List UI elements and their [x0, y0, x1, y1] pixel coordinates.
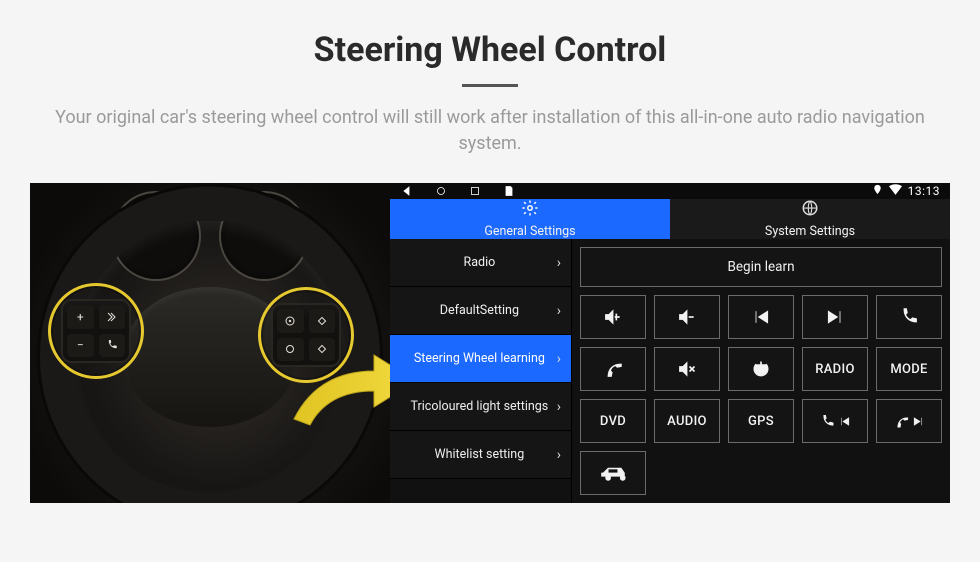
fn-volume-down[interactable] [654, 295, 720, 339]
tab-system-settings[interactable]: System Settings [670, 199, 950, 239]
page-title: Steering Wheel Control [30, 30, 950, 70]
wheel-volume-down-icon: − [67, 334, 94, 358]
fn-dvd[interactable]: DVD [580, 399, 646, 443]
wheel-diamond-up-icon [309, 309, 336, 333]
system-icon [801, 199, 819, 221]
settings-list: Radio › DefaultSetting › Steering Wheel … [390, 239, 572, 503]
fn-phone-prev[interactable] [802, 399, 868, 443]
setting-whitelist[interactable]: Whitelist setting › [390, 431, 571, 479]
gear-icon [521, 199, 539, 221]
setting-tricolour-label: Tricoloured light settings [402, 400, 557, 414]
blank [654, 451, 720, 495]
wheel-voice-icon [99, 305, 126, 329]
wheel-phone-icon [99, 334, 126, 358]
tab-system-label: System Settings [765, 224, 855, 239]
gps-icon [872, 184, 883, 199]
main-panel: Begin learn [572, 239, 950, 503]
begin-learn-button[interactable]: Begin learn [580, 247, 942, 287]
blank [876, 451, 942, 495]
tab-general-label: General Settings [484, 224, 575, 239]
highlight-right-controls [258, 287, 354, 383]
fn-gps[interactable]: GPS [728, 399, 794, 443]
setting-radio-label: Radio [402, 256, 557, 270]
title-underline [462, 84, 518, 87]
headunit-screen: 13:13 General Settings System Settings [390, 183, 950, 503]
setting-default-label: DefaultSetting [402, 304, 557, 318]
wheel-circle-icon [277, 338, 304, 362]
fn-car[interactable] [580, 451, 646, 495]
fn-radio[interactable]: RADIO [802, 347, 868, 391]
setting-swl-label: Steering Wheel learning [402, 352, 557, 366]
fn-phone-answer[interactable] [876, 295, 942, 339]
highlight-left-controls: + − [48, 283, 144, 379]
sd-card-icon [502, 184, 516, 198]
setting-radio[interactable]: Radio › [390, 239, 571, 287]
fn-mute[interactable] [654, 347, 720, 391]
clock: 13:13 [908, 184, 940, 198]
nav-recent-icon[interactable] [468, 184, 482, 198]
fn-power[interactable] [728, 347, 794, 391]
fn-phone-hangup[interactable] [580, 347, 646, 391]
nav-back-icon[interactable] [400, 184, 414, 198]
wheel-diamond-down-icon [309, 338, 336, 362]
setting-tricoloured-light[interactable]: Tricoloured light settings › [390, 383, 571, 431]
fn-next-track[interactable] [802, 295, 868, 339]
wheel-volume-up-icon: + [67, 305, 94, 329]
android-statusbar: 13:13 [390, 183, 950, 199]
fn-audio[interactable]: AUDIO [654, 399, 720, 443]
page-subtitle: Your original car's steering wheel contr… [55, 105, 925, 157]
setting-steering-wheel-learning[interactable]: Steering Wheel learning › [390, 335, 571, 383]
blank [802, 451, 868, 495]
fn-prev-track[interactable] [728, 295, 794, 339]
wheel-wheel-icon [277, 309, 304, 333]
nav-home-icon[interactable] [434, 184, 448, 198]
fn-phone-next[interactable] [876, 399, 942, 443]
chevron-right-icon: › [557, 399, 561, 415]
wifi-icon [889, 184, 902, 199]
chevron-right-icon: › [557, 351, 561, 367]
setting-whitelist-label: Whitelist setting [402, 448, 557, 462]
feature-figure: + − [30, 183, 950, 503]
fn-volume-up[interactable] [580, 295, 646, 339]
setting-default[interactable]: DefaultSetting › [390, 287, 571, 335]
blank [728, 451, 794, 495]
chevron-right-icon: › [557, 255, 561, 271]
steering-wheel-image: + − [30, 183, 390, 503]
fn-mode[interactable]: MODE [876, 347, 942, 391]
chevron-right-icon: › [557, 447, 561, 463]
tab-general-settings[interactable]: General Settings [390, 199, 670, 239]
chevron-right-icon: › [557, 303, 561, 319]
